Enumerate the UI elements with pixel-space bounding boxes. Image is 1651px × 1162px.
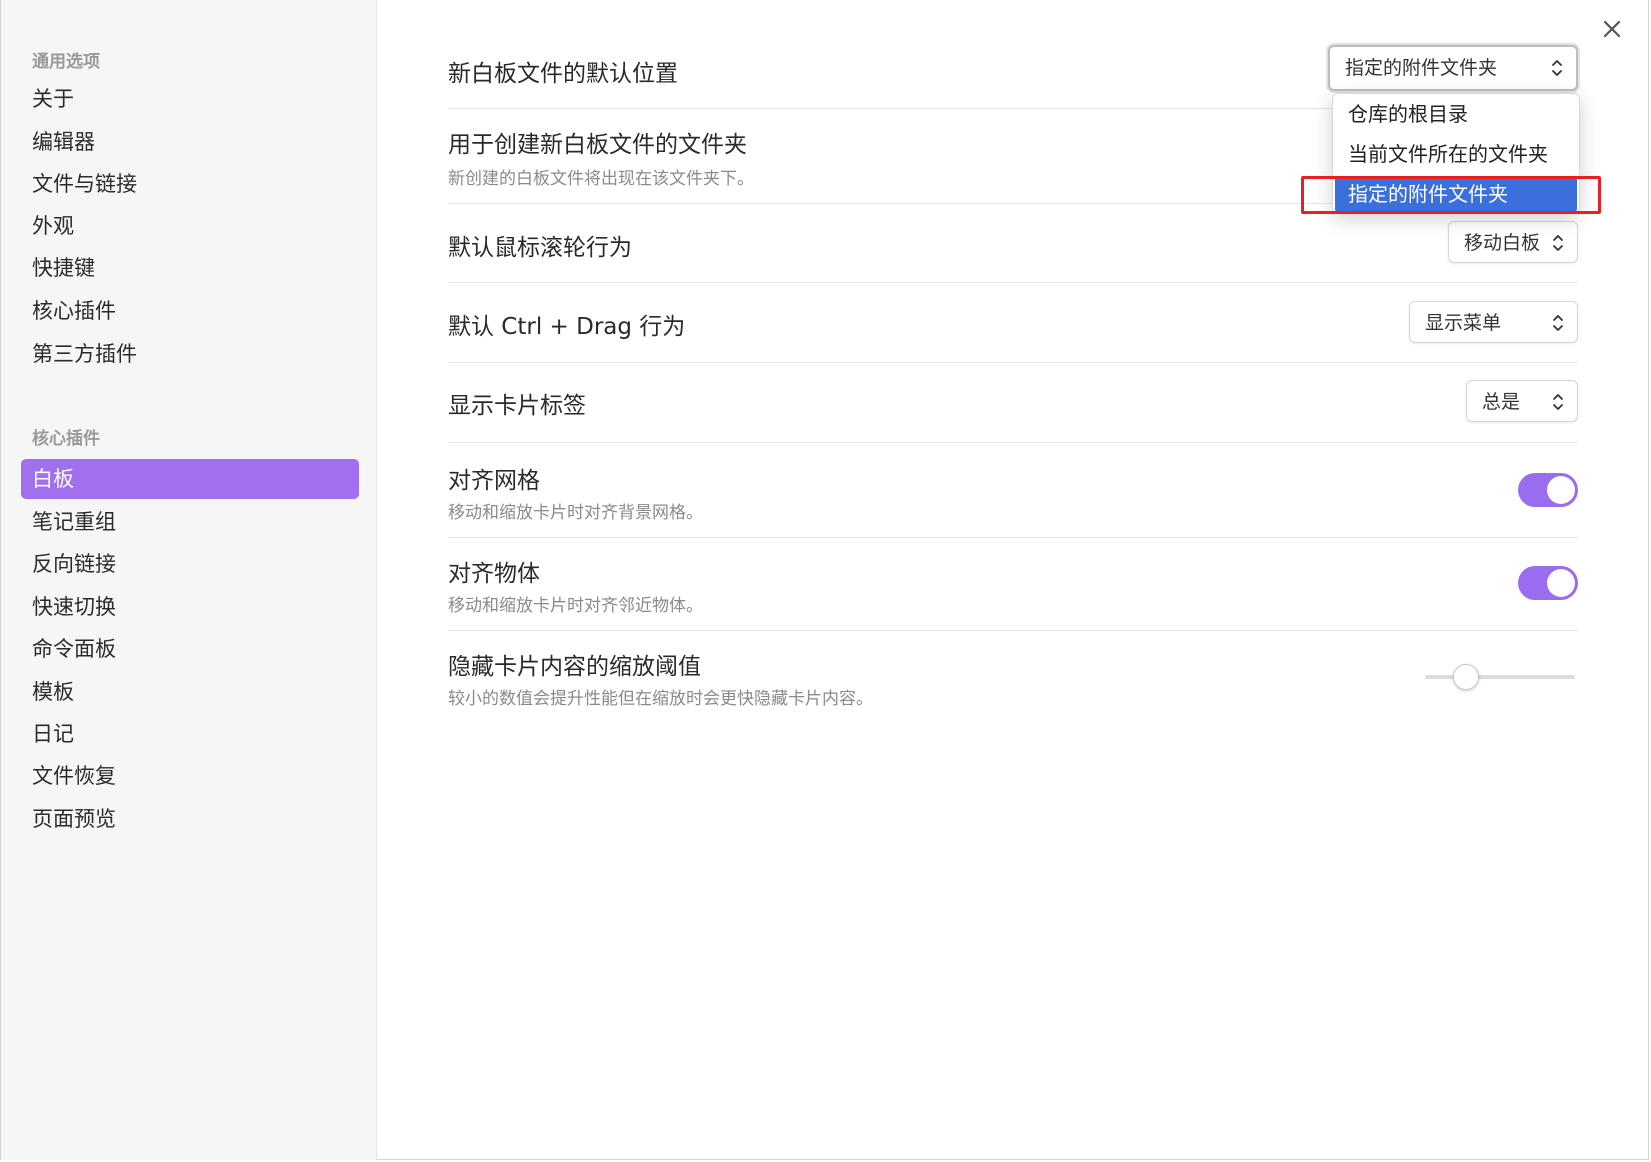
menu-item-vault-root[interactable]: 仓库的根目录 — [1335, 96, 1577, 132]
setting-description: 新创建的白板文件将出现在该文件夹下。 — [448, 169, 754, 189]
toggle-knob — [1547, 476, 1575, 504]
nav-heading-core: 核心插件 — [32, 429, 100, 449]
ctrl-drag-select[interactable]: 显示菜单 — [1409, 301, 1578, 343]
chevron-updown-icon — [1553, 315, 1563, 331]
setting-description: 移动和缩放卡片时对齐背景网格。 — [448, 503, 703, 523]
nav-item-community-plugins[interactable]: 第三方插件 — [21, 334, 359, 374]
setting-snap-objects: 对齐物体 移动和缩放卡片时对齐邻近物体。 — [448, 537, 1578, 631]
nav-item-files-links[interactable]: 文件与链接 — [21, 164, 359, 204]
card-label-select[interactable]: 总是 — [1466, 380, 1578, 422]
chevron-updown-icon — [1552, 60, 1562, 76]
toggle-knob — [1547, 569, 1575, 597]
chevron-updown-icon — [1553, 394, 1563, 410]
menu-item-current-folder[interactable]: 当前文件所在的文件夹 — [1335, 136, 1577, 172]
setting-name: 隐藏卡片内容的缩放阈值 — [448, 654, 701, 680]
nav-item-hotkeys[interactable]: 快捷键 — [21, 248, 359, 288]
settings-sidebar: 通用选项 关于 编辑器 文件与链接 外观 快捷键 核心插件 第三方插件 核心插件… — [1, 0, 377, 1160]
setting-name: 显示卡片标签 — [448, 393, 586, 419]
setting-name: 新白板文件的默认位置 — [448, 61, 678, 87]
highlight-annotation — [1301, 176, 1601, 214]
setting-name: 默认鼠标滚轮行为 — [448, 235, 632, 261]
nav-item-core-plugins[interactable]: 核心插件 — [21, 291, 359, 331]
setting-scroll-behavior: 默认鼠标滚轮行为 移动白板 — [448, 203, 1578, 283]
nav-item-note-composer[interactable]: 笔记重组 — [21, 502, 359, 542]
setting-snap-grid: 对齐网格 移动和缩放卡片时对齐背景网格。 — [448, 442, 1578, 538]
nav-item-quick-switcher[interactable]: 快速切换 — [21, 587, 359, 627]
snap-grid-toggle[interactable] — [1518, 473, 1578, 507]
setting-ctrl-drag: 默认 Ctrl + Drag 行为 显示菜单 — [448, 282, 1578, 363]
nav-item-command-palette[interactable]: 命令面板 — [21, 629, 359, 669]
nav-item-templates[interactable]: 模板 — [21, 672, 359, 712]
setting-name: 对齐网格 — [448, 468, 540, 494]
select-value: 指定的附件文件夹 — [1345, 57, 1498, 79]
setting-name: 默认 Ctrl + Drag 行为 — [448, 314, 686, 340]
nav-item-backlinks[interactable]: 反向链接 — [21, 544, 359, 584]
setting-description: 较小的数值会提升性能但在缩放时会更快隐藏卡片内容。 — [448, 689, 873, 709]
nav-item-page-preview[interactable]: 页面预览 — [21, 799, 359, 839]
chevron-updown-icon — [1553, 235, 1563, 251]
close-button[interactable] — [1598, 15, 1626, 43]
nav-heading-general: 通用选项 — [32, 52, 100, 72]
nav-item-editor[interactable]: 编辑器 — [21, 122, 359, 162]
zoom-threshold-slider-thumb[interactable] — [1452, 664, 1479, 690]
close-icon — [1603, 20, 1621, 38]
zoom-threshold-slider-track[interactable] — [1425, 675, 1575, 679]
select-value: 移动白板 — [1464, 232, 1541, 254]
nav-item-about[interactable]: 关于 — [21, 79, 359, 119]
select-value: 总是 — [1482, 391, 1521, 413]
setting-card-label: 显示卡片标签 总是 — [448, 362, 1578, 443]
setting-name: 对齐物体 — [448, 561, 540, 587]
scroll-behavior-select[interactable]: 移动白板 — [1448, 221, 1578, 263]
default-location-select[interactable]: 指定的附件文件夹 — [1328, 45, 1578, 91]
nav-item-daily-notes[interactable]: 日记 — [21, 714, 359, 754]
setting-zoom-threshold: 隐藏卡片内容的缩放阈值 较小的数值会提升性能但在缩放时会更快隐藏卡片内容。 — [448, 630, 1578, 725]
nav-item-canvas[interactable]: 白板 — [21, 459, 359, 499]
snap-objects-toggle[interactable] — [1518, 566, 1578, 600]
setting-description: 移动和缩放卡片时对齐邻近物体。 — [448, 596, 703, 616]
setting-name: 用于创建新白板文件的文件夹 — [448, 132, 747, 158]
nav-item-file-recovery[interactable]: 文件恢复 — [21, 756, 359, 796]
nav-item-appearance[interactable]: 外观 — [21, 206, 359, 246]
select-value: 显示菜单 — [1425, 312, 1502, 334]
